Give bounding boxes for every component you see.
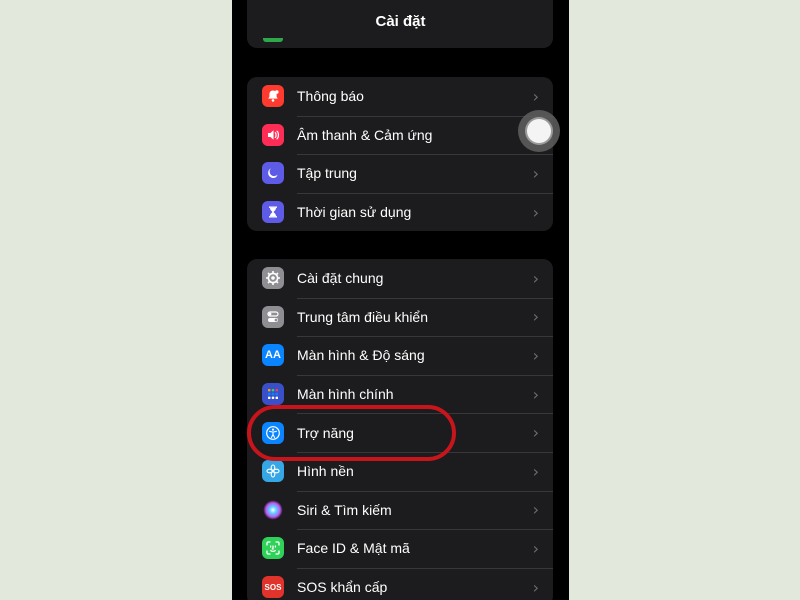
chevron-right-icon: › xyxy=(532,307,539,327)
settings-row-label: Màn hình chính xyxy=(297,386,394,403)
settings-row-label: Thông báo xyxy=(297,88,364,105)
face-id-icon xyxy=(262,537,284,560)
chevron-right-icon: › xyxy=(532,202,539,222)
settings-row-label: Âm thanh & Cảm ứng xyxy=(297,126,433,143)
moon-icon xyxy=(262,162,284,185)
settings-row-label: Hình nền xyxy=(297,463,354,480)
settings-row-wallpaper[interactable]: Hình nền › xyxy=(247,451,553,491)
settings-group-notifications: Thông báo › Âm thanh & Cảm ứng › Tập tru… xyxy=(247,77,553,232)
settings-row-label: Trợ năng xyxy=(297,424,354,441)
chevron-right-icon: › xyxy=(532,577,539,597)
chevron-right-icon: › xyxy=(532,86,539,106)
settings-row-label: Tập trung xyxy=(297,165,357,182)
settings-row-general[interactable]: Cài đặt chung › xyxy=(247,259,553,298)
settings-row-label: Siri & Tìm kiếm xyxy=(297,501,392,518)
settings-row-siri-search[interactable]: Siri & Tìm kiếm › xyxy=(247,490,553,530)
chevron-right-icon: › xyxy=(532,500,539,520)
chevron-right-icon: › xyxy=(532,345,539,365)
accessibility-icon xyxy=(262,421,284,444)
speaker-icon xyxy=(262,123,284,146)
toggles-icon xyxy=(262,305,284,328)
assistive-touch-button[interactable] xyxy=(518,110,560,152)
settings-row-notifications[interactable]: Thông báo › xyxy=(247,77,553,116)
gear-icon xyxy=(262,267,284,290)
settings-row-face-id-passcode[interactable]: Face ID & Mật mã › xyxy=(247,529,553,568)
page-title: Cài đặt xyxy=(375,13,426,30)
chevron-right-icon: › xyxy=(532,384,539,404)
text-size-glyph: AA xyxy=(265,349,281,362)
settings-row-label: Face ID & Mật mã xyxy=(297,540,410,557)
settings-row-home-screen[interactable]: Màn hình chính › xyxy=(247,374,553,414)
sos-icon: SOS xyxy=(262,576,284,599)
chevron-right-icon: › xyxy=(532,268,539,288)
settings-row-control-center[interactable]: Trung tâm điều khiển › xyxy=(247,297,553,337)
settings-row-accessibility[interactable]: Trợ năng › xyxy=(247,413,553,452)
settings-row-sounds[interactable]: Âm thanh & Cảm ứng › xyxy=(247,115,553,155)
chevron-right-icon: › xyxy=(532,538,539,558)
settings-group-general: Cài đặt chung › Trung tâm điều khiển › A… xyxy=(247,259,553,600)
bell-icon xyxy=(262,85,284,108)
chevron-right-icon: › xyxy=(532,423,539,443)
sos-glyph: SOS xyxy=(264,582,282,592)
settings-row-emergency-sos[interactable]: SOS SOS khẩn cấp › xyxy=(247,567,553,600)
chevron-right-icon: › xyxy=(532,163,539,183)
settings-row-label: SOS khẩn cấp xyxy=(297,579,388,596)
settings-row-focus[interactable]: Tập trung › xyxy=(247,154,553,193)
settings-row-display-brightness[interactable]: AA Màn hình & Độ sáng › xyxy=(247,336,553,375)
phone-screen: Cài đặt Thông báo › Âm thanh & Cảm ứng ›… xyxy=(232,0,569,600)
app-grid-icon xyxy=(262,383,284,406)
settings-row-label: Thời gian sử dụng xyxy=(297,204,412,221)
settings-row-label: Trung tâm điều khiển xyxy=(297,308,428,325)
chevron-right-icon: › xyxy=(532,461,539,481)
flower-icon xyxy=(262,460,284,483)
text-size-icon: AA xyxy=(262,344,284,367)
settings-row-screen-time[interactable]: Thời gian sử dụng › xyxy=(247,192,553,232)
siri-icon xyxy=(262,498,284,521)
hourglass-icon xyxy=(262,201,284,224)
settings-row-label: Cài đặt chung xyxy=(297,270,384,287)
assistive-touch-knob xyxy=(527,119,551,143)
partial-icon xyxy=(263,38,283,42)
settings-row-label: Màn hình & Độ sáng xyxy=(297,347,425,364)
